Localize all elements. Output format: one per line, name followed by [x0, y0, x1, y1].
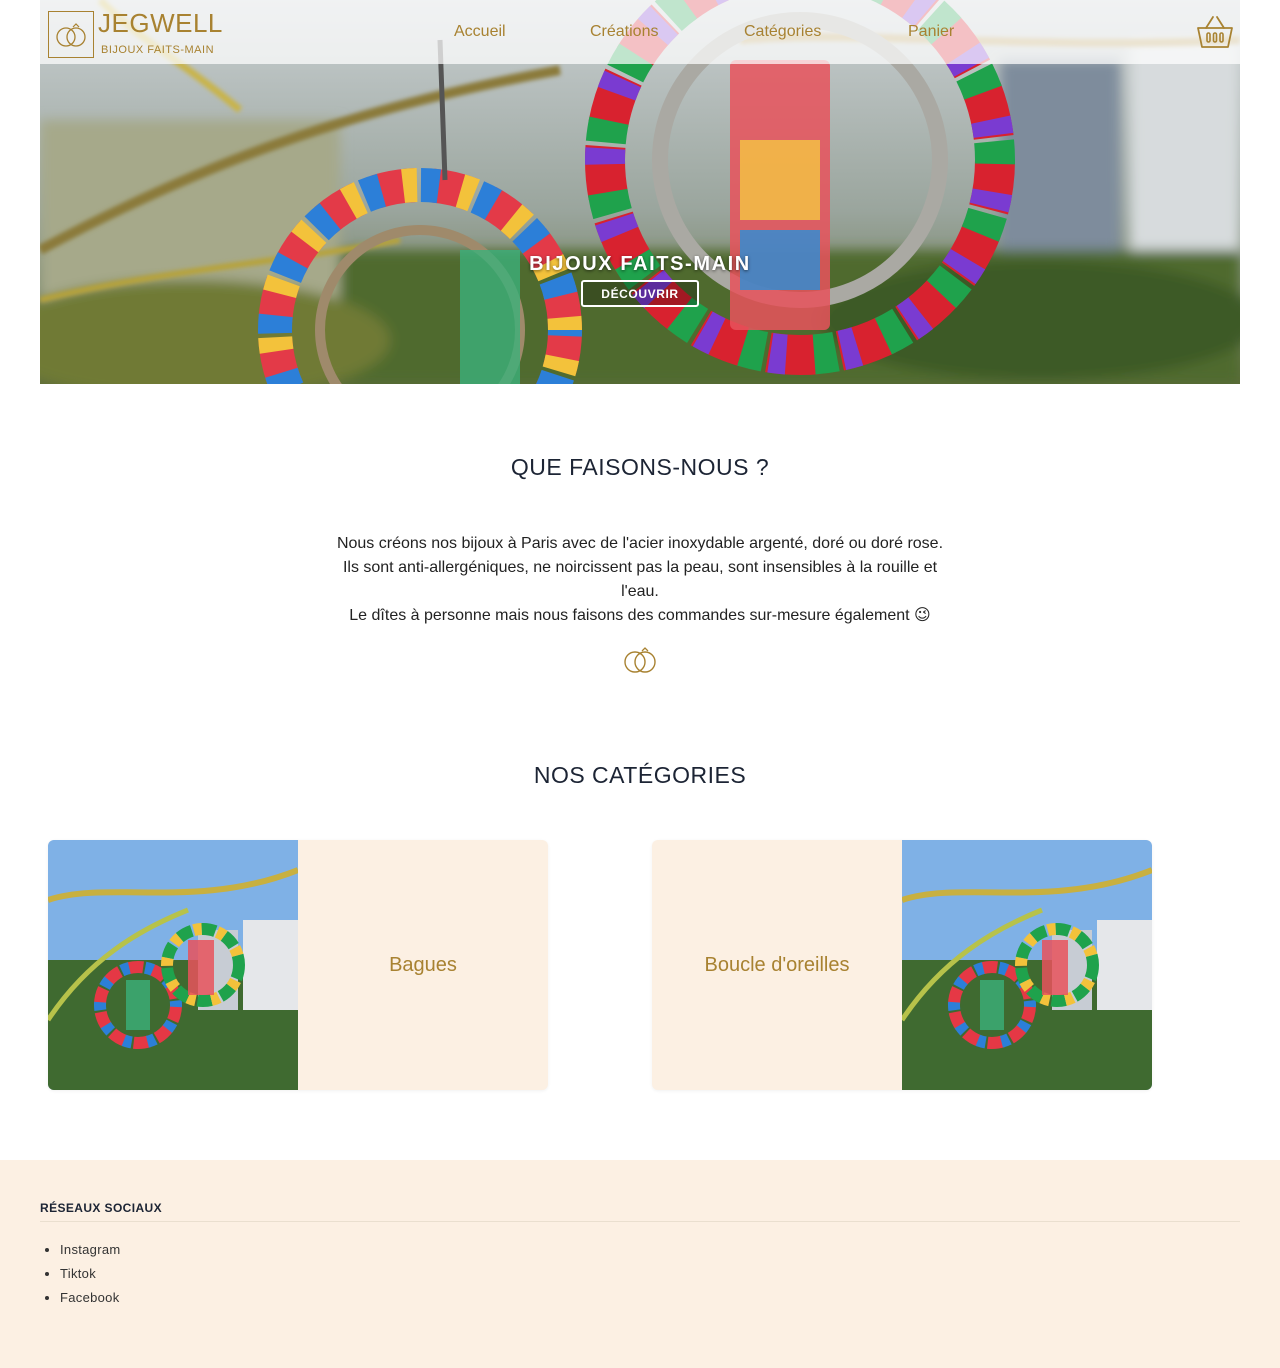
social-links: Instagram Tiktok Facebook — [60, 1241, 121, 1313]
brand-tagline: BIJOUX FAITS-MAIN — [101, 44, 215, 56]
nav-categories[interactable]: Catégories — [744, 23, 821, 41]
rings-icon — [56, 22, 86, 47]
nav-accueil[interactable]: Accueil — [454, 23, 506, 41]
basket-icon[interactable] — [1196, 14, 1234, 50]
about-paragraph-2: Le dîtes à personne mais nous faisons de… — [349, 607, 931, 624]
about-paragraph-1: Nous créons nos bijoux à Paris avec de l… — [336, 535, 944, 600]
footer-divider — [40, 1221, 1240, 1222]
instagram-link[interactable]: Instagram — [60, 1242, 121, 1257]
rings-icon — [624, 647, 656, 673]
list-item: Instagram — [60, 1241, 121, 1265]
category-label[interactable]: Boucle d'oreilles — [652, 840, 902, 1090]
nav-panier[interactable]: Panier — [908, 23, 954, 41]
list-item: Tiktok — [60, 1265, 121, 1289]
logo[interactable] — [48, 11, 94, 58]
list-item: Facebook — [60, 1289, 121, 1313]
category-card-bagues[interactable]: Bagues — [48, 840, 548, 1090]
discover-button[interactable]: DÉCOUVRIR — [581, 280, 699, 307]
about-title: QUE FAISONS-NOUS ? — [510, 454, 770, 480]
site-header: JEGWELL BIJOUX FAITS-MAIN Accueil Créati… — [40, 0, 1240, 64]
categories-title: NOS CATÉGORIES — [533, 762, 747, 788]
about-text: Nous créons nos bijoux à Paris avec de l… — [330, 532, 950, 628]
category-image — [48, 840, 298, 1090]
category-image — [902, 840, 1152, 1090]
brand-name[interactable]: JEGWELL — [98, 8, 223, 39]
facebook-link[interactable]: Facebook — [60, 1290, 120, 1305]
nav-creations[interactable]: Créations — [590, 23, 658, 41]
tiktok-link[interactable]: Tiktok — [60, 1266, 96, 1281]
hero-title: BIJOUX FAITS-MAIN — [529, 253, 751, 275]
footer-title: RÉSEAUX SOCIAUX — [40, 1201, 163, 1215]
category-label[interactable]: Bagues — [298, 840, 548, 1090]
category-card-boucle-oreilles[interactable]: Boucle d'oreilles — [652, 840, 1152, 1090]
site-footer: RÉSEAUX SOCIAUX Instagram Tiktok Faceboo… — [0, 1160, 1280, 1368]
